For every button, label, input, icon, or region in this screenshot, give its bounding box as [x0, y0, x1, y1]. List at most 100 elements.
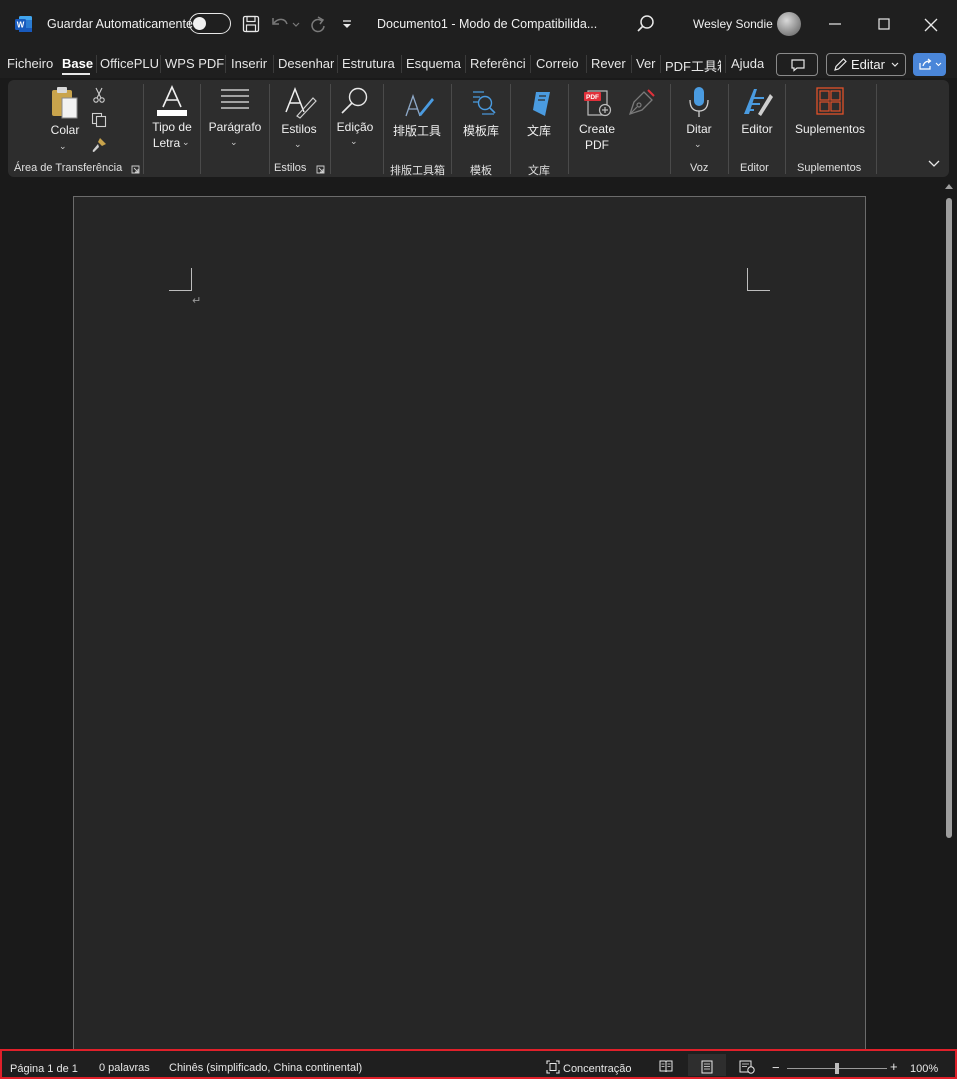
chevron-down-icon[interactable]: ⌄ [694, 139, 702, 150]
maximize-icon[interactable] [876, 16, 892, 32]
tab-ajuda[interactable]: Ajuda [731, 56, 764, 71]
group-divider [269, 84, 270, 174]
group-label-voice: Voz [690, 162, 709, 174]
font-label-line2[interactable]: Letra [150, 136, 183, 150]
chevron-down-icon[interactable]: ⌄ [294, 139, 302, 150]
undo-icon[interactable] [270, 15, 300, 33]
chevron-down-icon[interactable]: ⌄ [182, 137, 190, 148]
group-divider [785, 84, 786, 174]
title-bar: W Guardar Automaticamente Documento1 - M… [0, 0, 957, 50]
zoom-level[interactable]: 100% [910, 1063, 938, 1075]
format-painter-icon[interactable] [91, 137, 107, 153]
word-app-icon: W [15, 16, 32, 32]
group-divider [876, 84, 877, 174]
editor-label[interactable]: Editor [738, 122, 776, 136]
create-pdf-label[interactable]: Create [576, 122, 618, 136]
search-icon[interactable] [636, 14, 656, 34]
styles-label[interactable]: Estilos [278, 122, 320, 136]
chevron-down-icon[interactable]: ⌄ [230, 137, 238, 148]
cut-icon[interactable] [92, 87, 106, 103]
font-icon[interactable] [156, 85, 188, 117]
layout-tools-label[interactable]: 排版工具 [390, 122, 444, 139]
focus-icon[interactable] [546, 1060, 560, 1074]
language-indicator[interactable]: Chinês (simplificado, China continental) [169, 1062, 362, 1074]
tab-divider [225, 55, 226, 73]
minimize-icon[interactable] [827, 16, 843, 32]
chevron-down-icon[interactable]: ⌄ [59, 141, 67, 152]
group-label-editor: Editor [740, 162, 769, 174]
tab-referencias[interactable]: Referênci [470, 56, 527, 71]
read-mode-icon[interactable] [659, 1060, 673, 1073]
scroll-up-icon[interactable] [945, 184, 953, 189]
library-icon[interactable] [530, 90, 554, 118]
page-count[interactable]: Página 1 de 1 [10, 1063, 78, 1075]
redo-icon[interactable] [308, 15, 328, 33]
print-layout-icon [701, 1060, 713, 1074]
tab-inserir[interactable]: Inserir [231, 56, 267, 71]
ribbon-collapse-chevron-icon[interactable] [928, 160, 940, 168]
create-pdf-icon[interactable]: PDF [583, 88, 613, 118]
document-page[interactable] [73, 196, 866, 1056]
zoom-in-button[interactable]: + [890, 1059, 898, 1074]
layout-tools-icon[interactable] [403, 90, 435, 120]
tab-ver[interactable]: Ver [636, 56, 656, 71]
editing-search-icon[interactable] [340, 86, 370, 116]
group-divider [330, 84, 331, 174]
group-label-template: 模板 [470, 165, 492, 177]
dialog-launcher-icon[interactable] [316, 165, 325, 174]
vertical-scrollbar[interactable] [944, 182, 954, 1048]
editing-mode-button[interactable]: Editar [826, 53, 906, 76]
tab-rever[interactable]: Rever [591, 56, 626, 71]
pdf-sign-icon[interactable] [626, 88, 656, 118]
tab-desenhar[interactable]: Desenhar [278, 56, 334, 71]
copy-icon[interactable] [91, 112, 107, 128]
paragraph-label[interactable]: Parágrafo [205, 120, 265, 134]
add-ins-label[interactable]: Suplementos [794, 122, 866, 136]
zoom-slider-thumb[interactable] [835, 1063, 839, 1074]
template-library-label[interactable]: 模板库 [460, 122, 502, 139]
comments-button[interactable] [776, 53, 818, 76]
scrollbar-thumb[interactable] [946, 198, 952, 838]
editing-label[interactable]: Edição [334, 120, 376, 134]
styles-icon[interactable] [283, 86, 317, 120]
close-icon[interactable] [922, 16, 940, 34]
tab-divider [96, 55, 97, 73]
library-label[interactable]: 文库 [524, 122, 554, 139]
web-layout-icon[interactable] [739, 1060, 755, 1074]
paragraph-icon[interactable] [219, 88, 251, 112]
avatar[interactable] [777, 12, 801, 36]
save-icon[interactable] [242, 15, 260, 33]
zoom-out-button[interactable]: − [772, 1060, 780, 1075]
add-ins-icon[interactable] [815, 86, 845, 116]
user-name[interactable]: Wesley Sondie [693, 17, 773, 31]
tab-ficheiro[interactable]: Ficheiro [7, 56, 53, 71]
word-count[interactable]: 0 palavras [99, 1062, 150, 1074]
dictate-label[interactable]: Ditar [682, 122, 716, 136]
paste-label[interactable]: Colar [50, 123, 80, 137]
autosave-toggle[interactable] [189, 13, 231, 34]
focus-mode-label[interactable]: Concentração [563, 1063, 632, 1075]
tab-pdf-toolbox[interactable]: PDF工具箱 [665, 56, 721, 75]
microphone-icon[interactable] [688, 86, 710, 120]
active-tab-indicator [62, 73, 90, 75]
tab-estrutura[interactable]: Estrutura [342, 56, 395, 71]
autosave-label: Guardar Automaticamente [47, 17, 193, 31]
tab-correio[interactable]: Correio [536, 56, 579, 71]
tab-wps-pdf[interactable]: WPS PDF [165, 56, 224, 71]
tab-divider [465, 55, 466, 73]
template-library-icon[interactable] [470, 88, 498, 118]
dialog-launcher-icon[interactable] [131, 165, 140, 174]
font-label[interactable]: Tipo de [146, 120, 198, 134]
editor-icon[interactable] [740, 86, 774, 118]
tab-officeplus[interactable]: OfficePLU [100, 56, 159, 71]
document-title: Documento1 - Modo de Compatibilida... [377, 17, 598, 31]
customize-toolbar-icon[interactable] [340, 16, 354, 32]
tab-base[interactable]: Base [62, 56, 93, 71]
tab-esquema[interactable]: Esquema [406, 56, 461, 71]
chevron-down-icon[interactable]: ⌄ [350, 136, 358, 147]
create-pdf-label-line2[interactable]: PDF [576, 138, 618, 152]
paste-icon[interactable] [50, 86, 80, 120]
tab-divider [401, 55, 402, 73]
share-button[interactable] [913, 53, 946, 76]
print-layout-button[interactable] [688, 1054, 726, 1076]
